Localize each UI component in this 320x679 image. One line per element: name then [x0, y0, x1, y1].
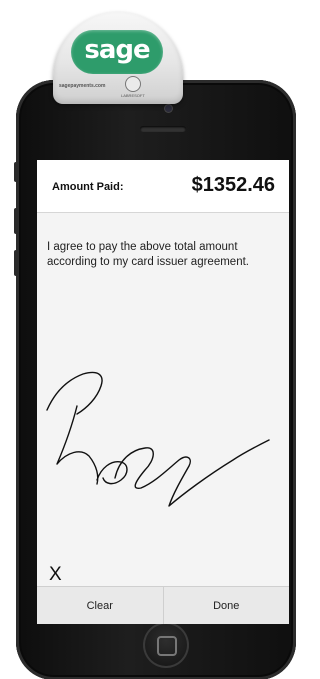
- volume-up-button: [14, 208, 18, 234]
- signature-stroke: [46, 371, 270, 507]
- seal-icon: [125, 76, 141, 92]
- mute-switch: [14, 162, 18, 182]
- reader-seal-text: LABRESOFT: [121, 93, 145, 98]
- reader-url-text: sagepayments.com: [59, 83, 106, 89]
- action-bar: Clear Done: [37, 586, 289, 624]
- home-button[interactable]: [143, 622, 189, 668]
- amount-value: $1352.46: [191, 174, 275, 196]
- amount-bar: Amount Paid: $1352.46: [37, 160, 289, 213]
- home-square-icon: [157, 636, 177, 656]
- volume-down-button: [14, 250, 18, 276]
- agreement-text: I agree to pay the above total amount ac…: [47, 241, 249, 268]
- signature-pad[interactable]: [37, 280, 289, 586]
- camera-icon: [165, 105, 172, 112]
- signature-line-marker: X: [49, 564, 62, 585]
- earpiece-speaker: [140, 126, 186, 132]
- done-button[interactable]: Done: [162, 587, 290, 624]
- app-stage: sage sagepayments.com LABRESOFT Amount P…: [0, 0, 305, 679]
- sage-logo: sage: [71, 30, 163, 74]
- amount-label: Amount Paid:: [52, 181, 124, 193]
- card-reader: sage sagepayments.com LABRESOFT: [53, 12, 183, 104]
- clear-button[interactable]: Clear: [37, 587, 163, 624]
- signature-screen: Amount Paid: $1352.46 I agree to pay the…: [37, 160, 289, 624]
